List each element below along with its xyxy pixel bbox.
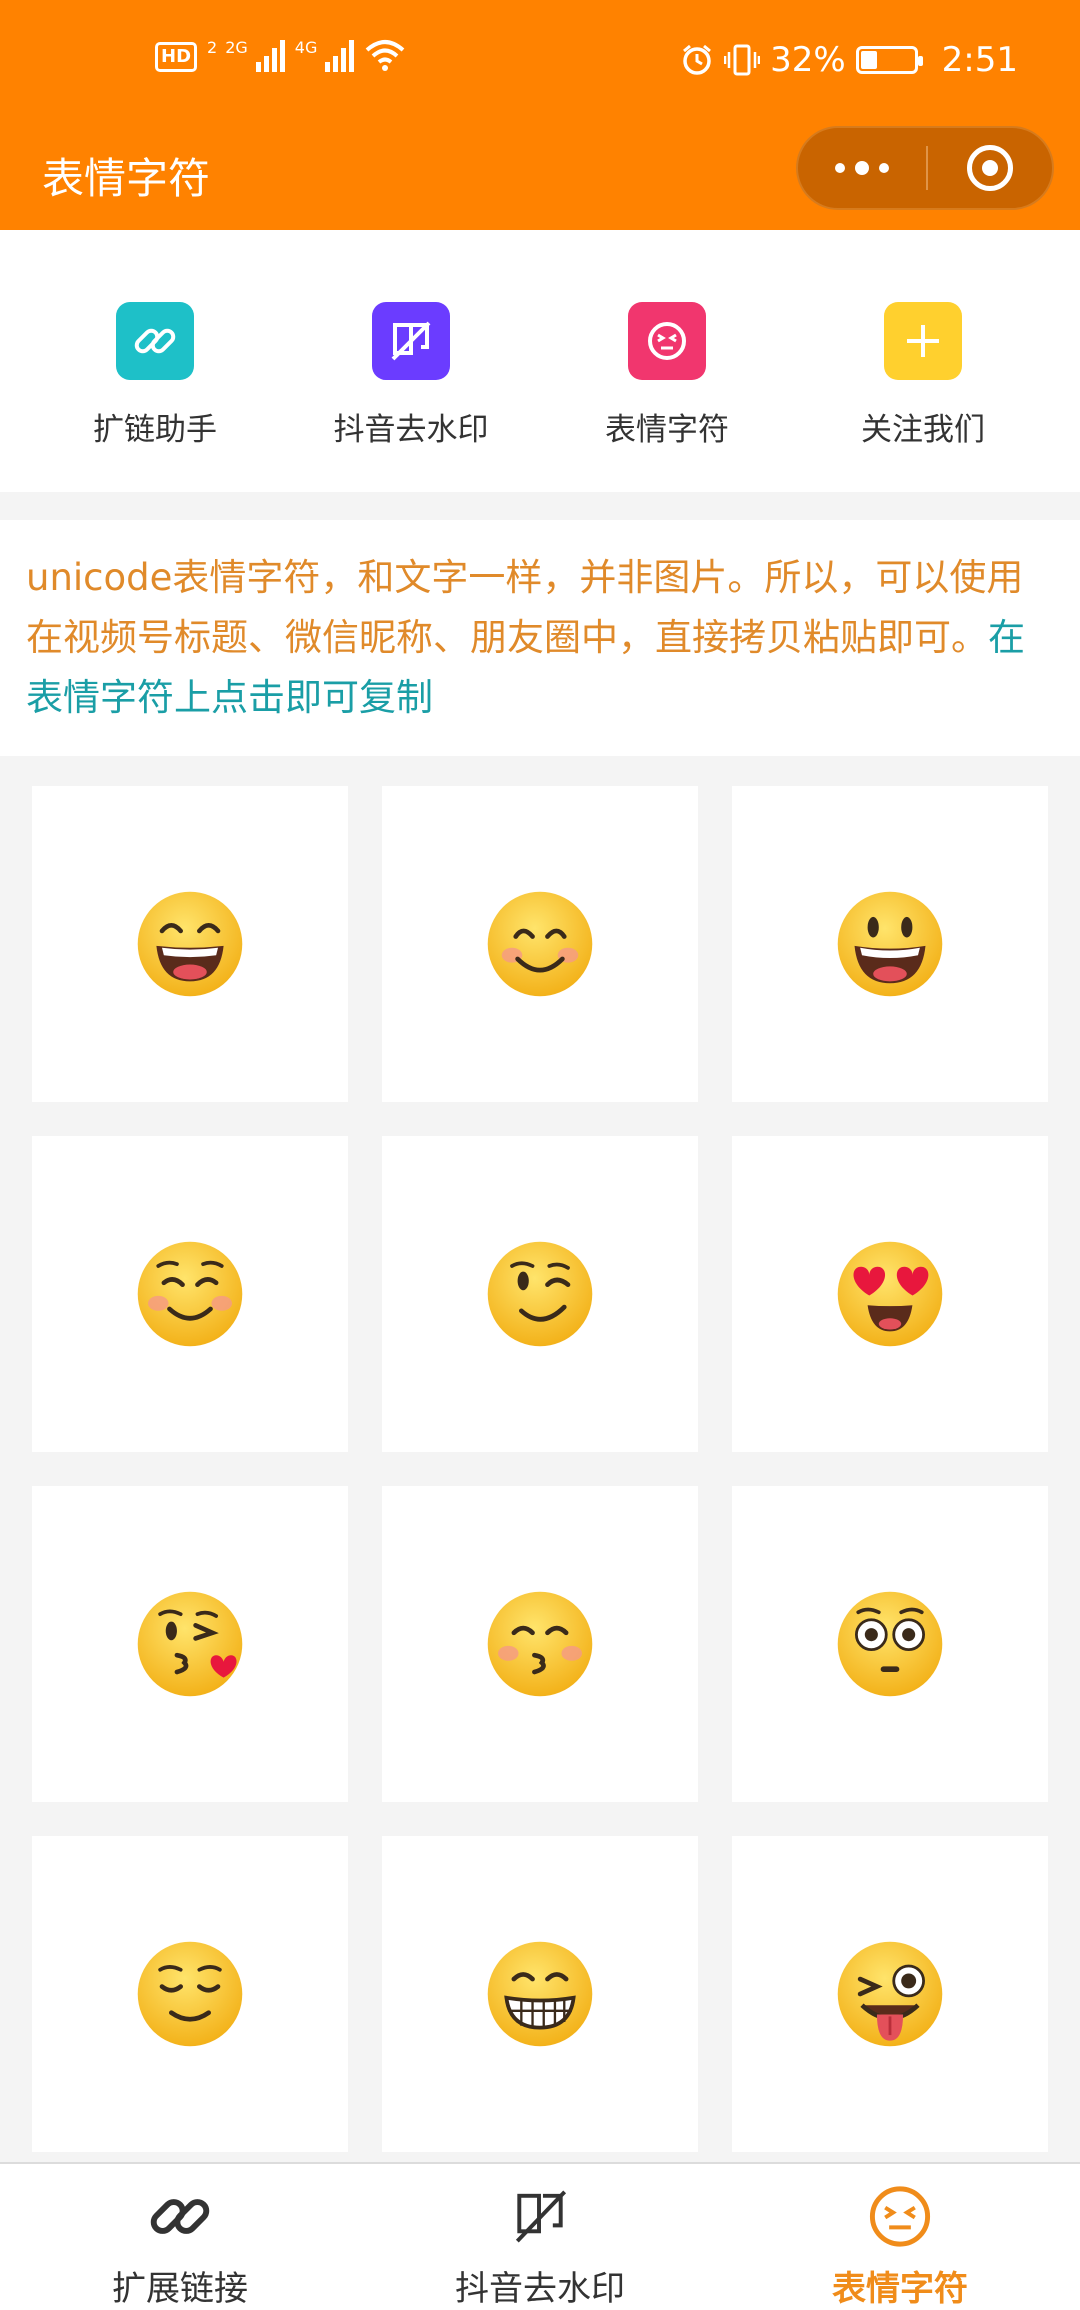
battery-percent: 32%	[770, 40, 846, 80]
status-bar: HD 2 2G 4G 32% 2:51	[0, 30, 1080, 100]
emoji-cell[interactable]	[382, 1136, 698, 1452]
winking-face-icon	[487, 1241, 593, 1347]
tab-label: 扩展链接	[112, 2269, 248, 2309]
ellipsis-icon	[879, 163, 889, 173]
emoji-face-icon	[869, 2186, 931, 2247]
emoji-cell[interactable]	[382, 1486, 698, 1802]
smiling-face-closed-eyes-icon	[137, 1241, 243, 1347]
plus-icon	[884, 302, 962, 380]
net1-label: 2G	[225, 38, 248, 57]
signal-icon	[255, 38, 285, 72]
vibrate-icon	[724, 44, 761, 76]
description-text: unicode表情字符，和文字一样，并非图片。所以，可以使用在视频号标题、微信昵…	[0, 520, 1080, 756]
battery-icon	[855, 46, 923, 74]
status-left: HD 2 2G 4G	[155, 38, 406, 72]
status-right: 32% 2:51	[680, 40, 1018, 80]
face-blowing-kiss-icon	[137, 1591, 243, 1697]
ellipsis-icon	[835, 163, 845, 173]
emoji-cell[interactable]	[32, 1836, 348, 2152]
winking-tongue-face-icon	[837, 1941, 943, 2047]
tab-extend-link[interactable]: 扩展链接	[0, 2164, 360, 2310]
bottom-tab-bar: 扩展链接 抖音去水印 表情字符	[0, 2162, 1080, 2310]
quick-nav-link-helper[interactable]: 扩链助手	[27, 230, 283, 492]
tab-label: 表情字符	[832, 2269, 968, 2309]
emoji-cell[interactable]	[32, 1136, 348, 1452]
emoji-cell[interactable]	[732, 1136, 1048, 1452]
emoji-cell[interactable]	[382, 786, 698, 1102]
quick-nav-emoji-chars[interactable]: 表情字符	[539, 230, 795, 492]
flushed-face-icon	[837, 1591, 943, 1697]
tab-label: 抖音去水印	[455, 2269, 625, 2309]
grimacing-grin-face-icon	[487, 1941, 593, 2047]
sim2-label: 2	[207, 38, 218, 57]
close-button[interactable]	[928, 145, 1052, 191]
page-title: 表情字符	[42, 154, 211, 203]
alarm-icon	[683, 44, 712, 75]
tab-douyin-watermark[interactable]: 抖音去水印	[360, 2164, 720, 2310]
clock: 2:51	[941, 40, 1018, 80]
ellipsis-icon	[855, 161, 869, 175]
miniprogram-capsule	[796, 126, 1054, 210]
description-main: unicode表情字符，和文字一样，并非图片。所以，可以使用在视频号标题、微信昵…	[26, 556, 1024, 659]
quick-nav-label: 扩链助手	[93, 412, 217, 448]
hd-badge: HD	[155, 42, 198, 72]
relieved-face-icon	[137, 1941, 243, 2047]
target-icon	[967, 145, 1013, 191]
quick-nav: 扩链助手 抖音去水印 表情字符 关注我们	[0, 230, 1080, 492]
no-watermark-icon	[372, 302, 450, 380]
grinning-squinting-face-icon	[137, 891, 243, 997]
no-watermark-icon	[515, 2190, 567, 2243]
emoji-cell[interactable]	[732, 786, 1048, 1102]
grinning-face-icon	[837, 891, 943, 997]
signal-icon	[325, 38, 355, 72]
emoji-cell[interactable]	[732, 1836, 1048, 2152]
emoji-cell[interactable]	[32, 1486, 348, 1802]
quick-nav-label: 关注我们	[861, 412, 985, 448]
quick-nav-douyin-watermark[interactable]: 抖音去水印	[283, 230, 539, 492]
quick-nav-label: 抖音去水印	[333, 412, 489, 448]
link-icon	[116, 302, 194, 380]
emoji-grid	[32, 786, 1048, 2152]
link-icon	[150, 2199, 210, 2234]
emoji-cell[interactable]	[732, 1486, 1048, 1802]
emoji-face-icon	[628, 302, 706, 380]
kissing-face-smiling-eyes-icon	[487, 1591, 593, 1697]
more-button[interactable]	[798, 128, 926, 208]
wifi-icon	[366, 40, 405, 71]
smiling-face-with-blush-icon	[487, 891, 593, 997]
heart-eyes-face-icon	[837, 1241, 943, 1347]
tab-emoji-chars[interactable]: 表情字符	[720, 2164, 1080, 2310]
emoji-cell[interactable]	[32, 786, 348, 1102]
app-header: HD 2 2G 4G 32% 2:51 表情字符	[0, 0, 1080, 230]
net2-label: 4G	[294, 38, 318, 57]
emoji-cell[interactable]	[382, 1836, 698, 2152]
quick-nav-label: 表情字符	[605, 412, 729, 448]
quick-nav-follow-us[interactable]: 关注我们	[795, 230, 1051, 492]
